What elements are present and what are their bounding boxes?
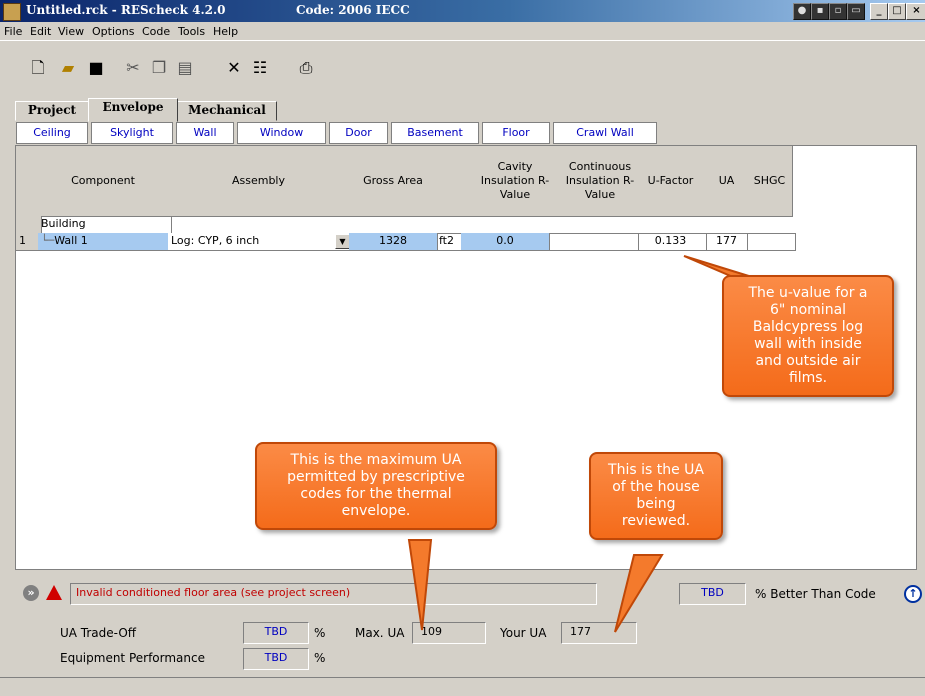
- callout-pointer: [407, 539, 433, 631]
- callout-pointer: [683, 255, 753, 278]
- callout-pointer: [614, 554, 664, 633]
- ufactor-callout: The u-value for a 6" nominal Baldcypress…: [722, 275, 894, 397]
- tab-envelope[interactable]: Envelope: [88, 98, 178, 122]
- max-ua-callout: This is the maximum UA permitted by pres…: [255, 442, 497, 530]
- your-ua-callout: This is the UA of the house being review…: [589, 452, 723, 540]
